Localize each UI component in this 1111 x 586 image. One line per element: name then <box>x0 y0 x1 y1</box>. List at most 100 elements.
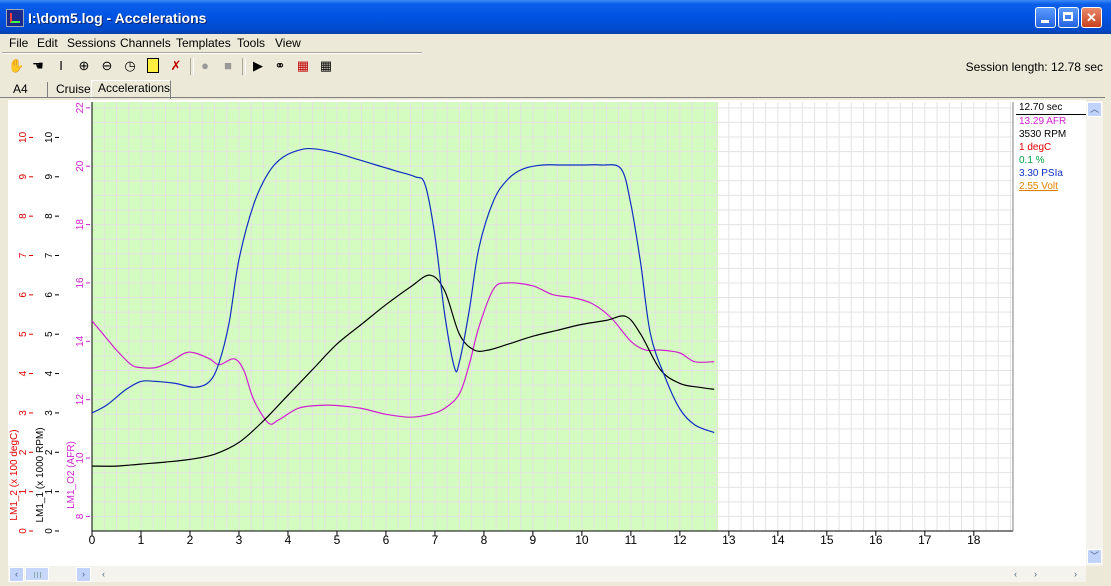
y-tick-label: 5 <box>18 331 29 337</box>
text-cursor-icon[interactable]: I <box>53 58 69 74</box>
x-tick-label: 17 <box>918 533 932 547</box>
y-axis-label: LM1_1 (x 1000 RPM) <box>35 427 46 522</box>
y-tick-label: 22 <box>75 102 86 114</box>
channel-readout: 3.30 PSIa <box>1019 168 1063 179</box>
scroll-left-icon[interactable]: ‹ <box>9 567 24 582</box>
x-tick-label: 14 <box>771 533 785 547</box>
channel-readout: 0.1 % <box>1019 155 1045 166</box>
minimize-icon <box>1041 20 1049 23</box>
x-tick-label: 12 <box>673 533 687 547</box>
x-tick-label: 10 <box>575 533 589 547</box>
menu-templates[interactable]: Templates <box>176 36 231 50</box>
channel-readout: 13.29 AFR <box>1019 116 1067 127</box>
x-tick-label: 13 <box>722 533 736 547</box>
title-bar[interactable]: I:\dom5.log - Accelerations ✕ <box>0 0 1111 34</box>
x-tick-label: 3 <box>236 533 243 547</box>
clear-icon[interactable]: ✗ <box>168 58 184 74</box>
scroll-left-icon[interactable]: ‹ <box>1008 567 1023 582</box>
menu-file[interactable]: File <box>9 36 28 50</box>
scroll-up-icon[interactable]: ︿ <box>1087 102 1102 117</box>
y-tick-label: 8 <box>18 213 29 219</box>
gauge-icon[interactable]: ◷ <box>122 58 138 74</box>
y-tick-label: 3 <box>44 410 55 416</box>
tab-cruise[interactable]: Cruise <box>50 82 93 97</box>
channel-readout: 12.70 sec <box>1016 101 1086 115</box>
y-tick-label: 16 <box>75 277 86 289</box>
zoom-out-icon[interactable]: ⊖ <box>99 58 115 74</box>
x-tick-label: 2 <box>187 533 194 547</box>
menu-edit[interactable]: Edit <box>37 36 58 50</box>
y-axis-label: LM1_2 (x 100 degC) <box>9 429 20 520</box>
x-tick-label: 1 <box>138 533 145 547</box>
scroll-thumb[interactable] <box>25 567 49 581</box>
x-tick-label: 18 <box>967 533 981 547</box>
stop-icon[interactable]: ■ <box>220 58 236 74</box>
chart-icon[interactable]: ▦ <box>295 58 311 74</box>
minimize-button[interactable] <box>1035 7 1056 28</box>
x-tick-label: 15 <box>820 533 834 547</box>
table-icon[interactable]: ▦ <box>318 58 334 74</box>
menu-bar: File Edit Sessions Channels Templates To… <box>0 34 1111 52</box>
grip-line <box>34 572 35 578</box>
scroll-down-icon[interactable]: ﹀ <box>1087 549 1102 564</box>
plot-area[interactable]: 0 1 2 3 4 5 6 7 8 9 10 11 12 13 14 15 16 17 18 8 10 12 14 16 18 2… <box>8 100 1086 566</box>
scroll-right-icon[interactable]: › <box>1068 567 1083 582</box>
y-tick-label: 20 <box>75 160 86 172</box>
menu-view[interactable]: View <box>275 36 301 50</box>
x-tick-label: 4 <box>285 533 292 547</box>
scroll-right-icon[interactable]: › <box>76 567 91 582</box>
readout-panel: 12.70 sec 13.29 AFR 3530 RPM 1 degC 0.1 % 3.3… <box>1016 101 1086 567</box>
x-tick-label: 5 <box>334 533 341 547</box>
y-tick-label: 0 <box>18 528 29 534</box>
window-title: I:\dom5.log - Accelerations <box>28 10 207 26</box>
toolbar: ✋ ☚ I ⊕ ⊖ ◷ ✗ ● ■ ▶ ⚭ ▦ ▦ <box>0 55 1111 77</box>
horizontal-scrollbar[interactable]: ‹ › ‹ ‹ › › <box>8 566 1086 582</box>
maximize-button[interactable] <box>1058 7 1079 28</box>
y-tick-label: 18 <box>75 219 86 231</box>
binoculars-icon[interactable]: ⚭ <box>272 58 288 74</box>
y-tick-label: 10 <box>44 131 55 143</box>
tab-divider <box>0 97 1105 98</box>
tab-a4[interactable]: A4 <box>7 82 48 97</box>
channel-readout: 2.55 Volt <box>1019 181 1058 192</box>
scroll-right-icon[interactable]: › <box>1028 567 1043 582</box>
channel-readout: 1 degC <box>1019 142 1052 153</box>
y-axis-label: LM1_O2 (AFR) <box>66 441 77 509</box>
y-tick-label: 8 <box>44 213 55 219</box>
x-tick-label: 8 <box>481 533 488 547</box>
record-icon[interactable]: ● <box>197 58 213 74</box>
y-tick-label: 6 <box>44 292 55 298</box>
menu-channels[interactable]: Channels <box>120 36 171 50</box>
grip-line <box>40 572 41 578</box>
scroll-left-icon[interactable]: ‹ <box>96 567 111 582</box>
notes-icon[interactable] <box>145 58 161 74</box>
y-tick-label: 8 <box>75 513 86 519</box>
acceleration-chart[interactable]: 0 1 2 3 4 5 6 7 8 9 10 11 12 13 14 15 16 17 18810121416182… <box>8 100 1016 566</box>
y-tick-label: 14 <box>75 335 86 347</box>
session-length: Session length: 12.78 sec <box>965 60 1103 74</box>
x-tick-label: 9 <box>530 533 537 547</box>
grab-icon[interactable]: ☚ <box>30 58 46 74</box>
y-tick-label: 3 <box>18 410 29 416</box>
channel-readout: 3530 RPM <box>1019 129 1067 140</box>
y-tick-label: 4 <box>18 370 29 376</box>
close-button[interactable]: ✕ <box>1081 7 1102 28</box>
menu-tools[interactable]: Tools <box>237 36 265 50</box>
hand-pan-icon[interactable]: ✋ <box>8 58 24 74</box>
y-tick-label: 10 <box>18 131 29 143</box>
y-tick-label: 0 <box>44 528 55 534</box>
zoom-in-icon[interactable]: ⊕ <box>76 58 92 74</box>
tab-bar: A4 Cruise Accelerations <box>0 80 1111 99</box>
x-tick-label: 7 <box>432 533 439 547</box>
toolbar-separator <box>190 58 194 75</box>
y-tick-label: 6 <box>18 292 29 298</box>
y-tick-label: 12 <box>75 394 86 406</box>
menu-sessions[interactable]: Sessions <box>67 36 116 50</box>
x-tick-label: 0 <box>89 533 96 547</box>
play-icon[interactable]: ▶ <box>250 58 266 74</box>
menu-divider <box>2 52 422 54</box>
close-icon: ✕ <box>1086 10 1097 25</box>
vertical-scrollbar[interactable]: ︿ ﹀ <box>1086 101 1103 566</box>
y-tick-label: 4 <box>44 370 55 376</box>
y-tick-label: 7 <box>18 252 29 258</box>
